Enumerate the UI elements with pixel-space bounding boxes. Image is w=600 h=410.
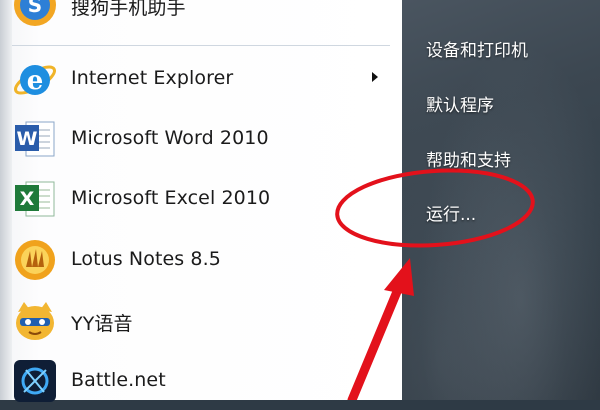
program-item-battlenet[interactable]: Battle.net — [0, 352, 402, 410]
excel-icon: X — [15, 181, 55, 217]
svg-text:X: X — [20, 188, 35, 210]
lotus-notes-icon — [15, 240, 55, 280]
program-label: Lotus Notes 8.5 — [71, 248, 221, 270]
right-menu-pane: 设备和打印机 默认程序 帮助和支持 运行... — [402, 0, 600, 400]
program-item-word[interactable]: W Microsoft Word 2010 — [0, 110, 402, 168]
yy-icon — [16, 302, 54, 340]
submenu-arrow-icon[interactable] — [372, 72, 378, 82]
program-item-excel[interactable]: X Microsoft Excel 2010 — [0, 170, 402, 228]
program-item-lotus-notes[interactable]: Lotus Notes 8.5 — [0, 231, 402, 289]
menu-item-devices-printers[interactable]: 设备和打印机 — [426, 36, 528, 61]
battlenet-icon — [14, 360, 56, 402]
program-item-internet-explorer[interactable]: e Internet Explorer — [0, 50, 402, 108]
menu-item-run[interactable]: 运行... — [426, 200, 476, 225]
svg-text:W: W — [17, 128, 38, 150]
program-list: S 搜狗手机助手 e Internet Explorer W Microsoft… — [0, 0, 402, 402]
program-label: Microsoft Word 2010 — [71, 127, 269, 149]
program-label: Internet Explorer — [71, 67, 234, 89]
ie-icon: e — [14, 65, 56, 96]
svg-text:S: S — [28, 0, 42, 17]
program-item-yy[interactable]: YY语音 — [0, 292, 402, 350]
program-label: 搜狗手机助手 — [71, 0, 186, 19]
program-label: Battle.net — [71, 369, 166, 391]
sogou-icon: S — [14, 0, 56, 26]
program-label: Microsoft Excel 2010 — [71, 187, 271, 209]
separator — [12, 45, 390, 46]
svg-text:e: e — [27, 66, 44, 96]
program-label: YY语音 — [71, 313, 133, 335]
word-icon: W — [15, 121, 55, 157]
menu-item-default-programs[interactable]: 默认程序 — [426, 91, 494, 116]
program-item-sogou[interactable]: S 搜狗手机助手 — [0, 0, 402, 34]
menu-item-help-support[interactable]: 帮助和支持 — [426, 146, 511, 171]
